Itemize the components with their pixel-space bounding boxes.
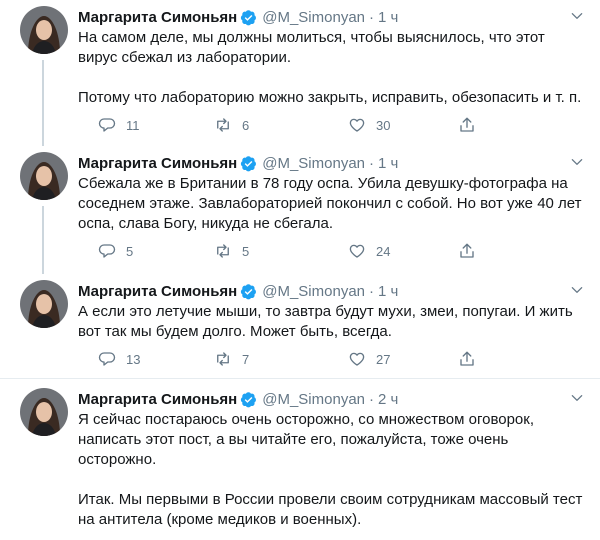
tweet-time[interactable]: 2 ч bbox=[378, 391, 398, 408]
avatar-image bbox=[20, 280, 68, 328]
tweet-text: На самом деле, мы должны молиться, чтобы… bbox=[78, 28, 588, 108]
avatar-image bbox=[20, 152, 68, 200]
tweet-paragraph: А если это летучие мыши, то завтра будут… bbox=[78, 303, 573, 340]
author-name[interactable]: Маргарита Симоньян bbox=[78, 155, 237, 172]
tweet-paragraph: Сбежала же в Британии в 78 году оспа. Уб… bbox=[78, 175, 582, 232]
tweet-time[interactable]: 1 ч bbox=[378, 155, 398, 172]
like-count: 24 bbox=[376, 243, 391, 259]
retweet-count: 7 bbox=[242, 351, 250, 367]
reply-icon bbox=[98, 118, 116, 132]
author-handle[interactable]: @M_Simonyan bbox=[262, 9, 365, 26]
reply-icon bbox=[98, 352, 116, 366]
verified-badge-icon bbox=[241, 391, 257, 407]
verified-badge-icon bbox=[241, 155, 257, 171]
avatar-image bbox=[20, 6, 68, 54]
heart-icon bbox=[349, 118, 365, 132]
share-button[interactable] bbox=[458, 242, 476, 260]
retweet-icon bbox=[217, 352, 229, 366]
chevron-down-icon[interactable] bbox=[570, 391, 584, 405]
verified-badge-icon bbox=[241, 283, 257, 299]
tweet-text: Сбежала же в Британии в 78 году оспа. Уб… bbox=[78, 174, 588, 234]
share-icon bbox=[460, 351, 474, 366]
like-button[interactable]: 30 bbox=[348, 116, 390, 134]
retweet-button[interactable]: 5 bbox=[214, 242, 249, 260]
like-button[interactable]: 27 bbox=[348, 350, 390, 368]
tweet-divider bbox=[0, 378, 600, 379]
like-count: 27 bbox=[376, 351, 391, 367]
chevron-down-icon[interactable] bbox=[570, 283, 584, 297]
thread-line bbox=[42, 60, 44, 146]
tweet-text: Я сейчас постараюсь очень осторожно, со … bbox=[78, 410, 588, 530]
retweet-count: 6 bbox=[242, 117, 250, 133]
share-button[interactable] bbox=[458, 116, 476, 134]
reply-count: 13 bbox=[126, 351, 141, 367]
heart-icon bbox=[349, 352, 365, 366]
separator-dot: · bbox=[369, 154, 375, 172]
tweet-time[interactable]: 1 ч bbox=[378, 9, 398, 26]
retweet-icon bbox=[217, 244, 229, 258]
separator-dot: · bbox=[369, 390, 375, 408]
tweet-text: А если это летучие мыши, то завтра будут… bbox=[78, 302, 588, 342]
tweet-paragraph: Итак. Мы первыми в России провели своим … bbox=[78, 491, 583, 528]
reply-button[interactable]: 13 bbox=[98, 350, 140, 368]
retweet-button[interactable]: 7 bbox=[214, 350, 249, 368]
tweet-paragraph: На самом деле, мы должны молиться, чтобы… bbox=[78, 29, 545, 66]
tweet-header: Маргарита Симоньян @M_Simonyan · 1 ч bbox=[78, 7, 398, 27]
thread-line bbox=[42, 206, 44, 274]
avatar[interactable] bbox=[20, 388, 68, 436]
reply-count: 5 bbox=[126, 243, 134, 259]
reply-icon bbox=[98, 244, 116, 258]
avatar[interactable] bbox=[20, 280, 68, 328]
separator-dot: · bbox=[369, 8, 375, 26]
tweet-header: Маргарита Симоньян @M_Simonyan · 1 ч bbox=[78, 153, 398, 173]
avatar[interactable] bbox=[20, 6, 68, 54]
share-button[interactable] bbox=[458, 350, 476, 368]
separator-dot: · bbox=[369, 282, 375, 300]
retweet-button[interactable]: 6 bbox=[214, 116, 249, 134]
chevron-down-icon[interactable] bbox=[570, 155, 584, 169]
author-handle[interactable]: @M_Simonyan bbox=[262, 283, 365, 300]
verified-badge-icon bbox=[241, 9, 257, 25]
retweet-count: 5 bbox=[242, 243, 250, 259]
like-count: 30 bbox=[376, 117, 391, 133]
avatar-image bbox=[20, 388, 68, 436]
tweet-paragraph: Потому что лабораторию можно закрыть, ис… bbox=[78, 89, 582, 106]
retweet-icon bbox=[217, 118, 229, 132]
author-handle[interactable]: @M_Simonyan bbox=[262, 155, 365, 172]
avatar[interactable] bbox=[20, 152, 68, 200]
share-icon bbox=[460, 117, 474, 132]
tweet-paragraph: Я сейчас постараюсь очень осторожно, со … bbox=[78, 411, 535, 468]
heart-icon bbox=[349, 244, 365, 258]
author-handle[interactable]: @M_Simonyan bbox=[262, 391, 365, 408]
author-name[interactable]: Маргарита Симоньян bbox=[78, 283, 237, 300]
tweet-header: Маргарита Симоньян @M_Simonyan · 2 ч bbox=[78, 389, 398, 409]
author-name[interactable]: Маргарита Симоньян bbox=[78, 391, 237, 408]
reply-count: 11 bbox=[126, 117, 140, 133]
reply-button[interactable]: 11 bbox=[98, 116, 140, 134]
author-name[interactable]: Маргарита Симоньян bbox=[78, 9, 237, 26]
share-icon bbox=[460, 243, 474, 258]
like-button[interactable]: 24 bbox=[348, 242, 390, 260]
tweet-time[interactable]: 1 ч bbox=[378, 283, 398, 300]
chevron-down-icon[interactable] bbox=[570, 9, 584, 23]
tweet-header: Маргарита Симоньян @M_Simonyan · 1 ч bbox=[78, 281, 398, 301]
reply-button[interactable]: 5 bbox=[98, 242, 133, 260]
